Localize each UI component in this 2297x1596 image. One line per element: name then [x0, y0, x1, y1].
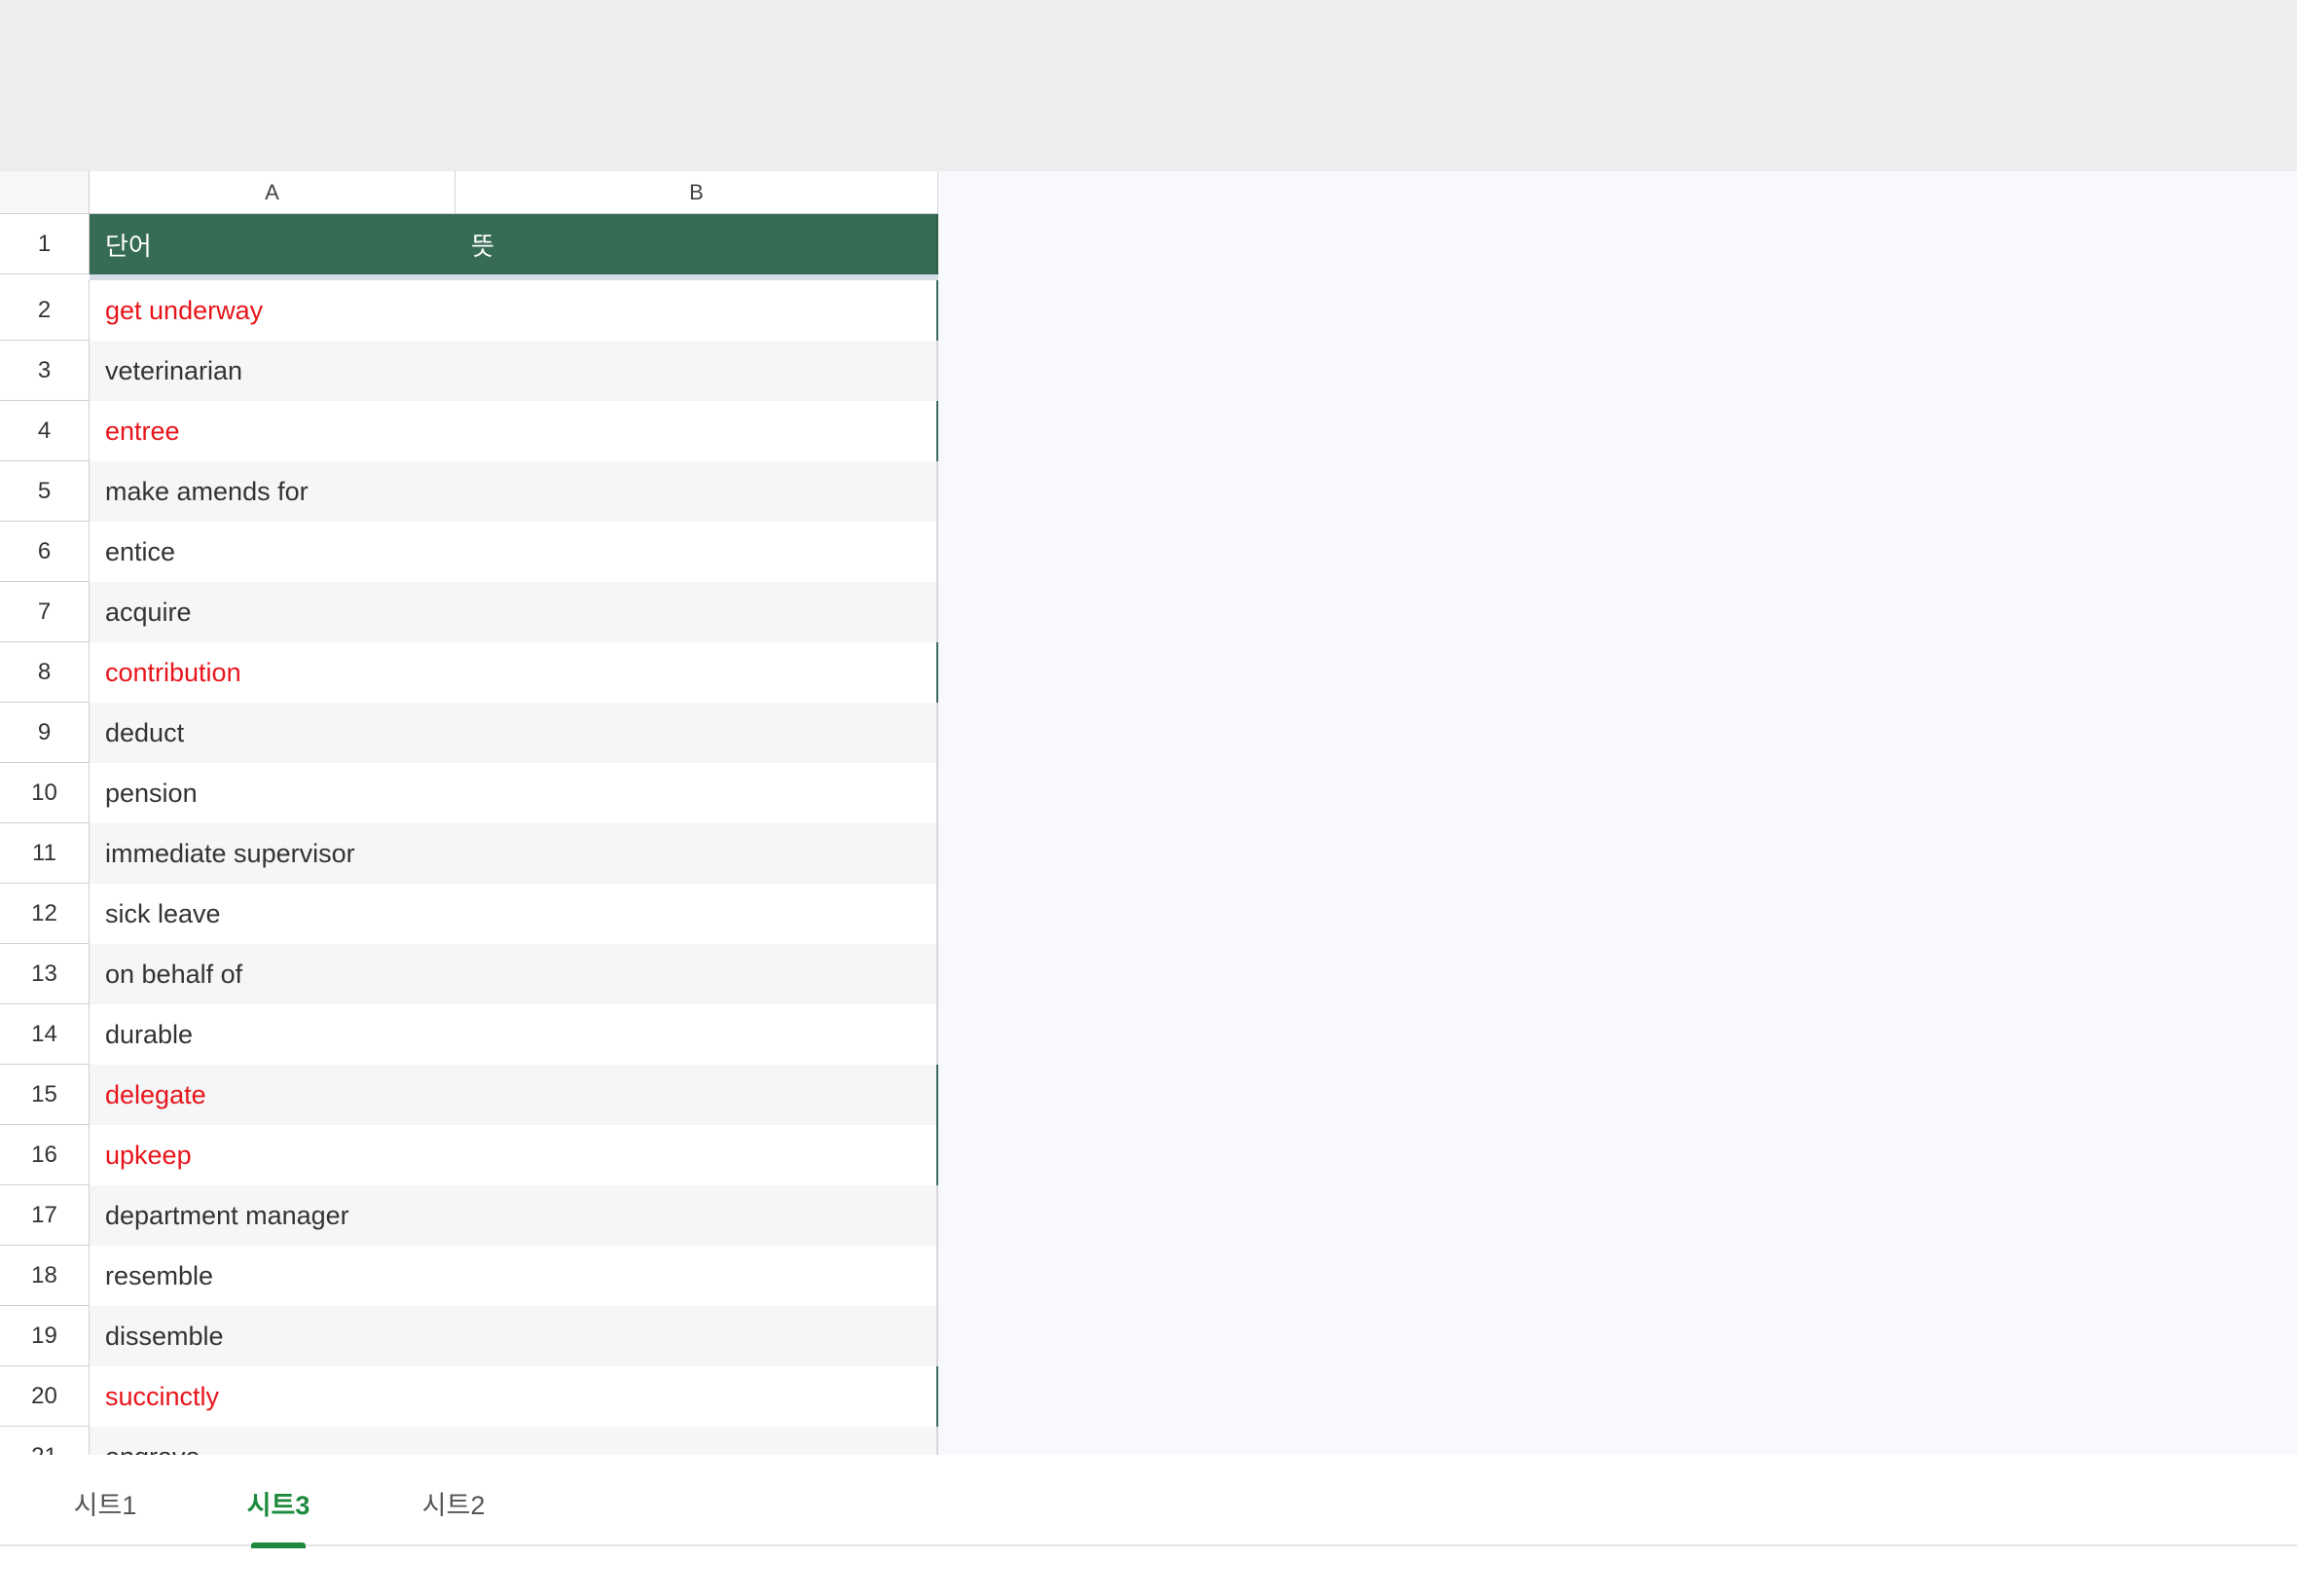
row-number[interactable]: 6 [0, 522, 90, 582]
cell-meaning[interactable] [456, 1306, 938, 1366]
row-number[interactable]: 16 [0, 1125, 90, 1185]
table-row: 20 succinctly [0, 1366, 938, 1427]
column-header-b[interactable]: B [456, 171, 938, 214]
table-row: 15 delegate [0, 1065, 938, 1125]
cell-meaning[interactable] [456, 522, 938, 582]
cell-word[interactable]: deduct [90, 703, 456, 763]
cell-meaning[interactable] [456, 1185, 938, 1246]
tab-sheet3[interactable]: 시트3 [210, 1484, 346, 1522]
table-row: 6 entice [0, 522, 938, 582]
table-row: 11 immediate supervisor [0, 823, 938, 884]
table-row: 10 pension [0, 763, 938, 823]
cell-meaning[interactable] [456, 1065, 938, 1125]
table-row: 8 contribution [0, 642, 938, 703]
active-tab-indicator [251, 1542, 306, 1548]
row-number[interactable]: 14 [0, 1004, 90, 1065]
row-number[interactable]: 15 [0, 1065, 90, 1125]
cell-meaning[interactable] [456, 763, 938, 823]
cell-word[interactable]: veterinarian [90, 341, 456, 401]
row-number[interactable]: 1 [0, 214, 90, 274]
sheet-tabs-bar: 시트1 시트3 시트2 [0, 1455, 2297, 1596]
row-number[interactable]: 10 [0, 763, 90, 823]
column-header-a[interactable]: A [90, 171, 456, 214]
table-row: 12 sick leave [0, 884, 938, 944]
table-row: 3 veterinarian [0, 341, 938, 401]
tabs-divider [0, 1544, 2297, 1546]
cell-meaning[interactable] [456, 1246, 938, 1306]
table-row: 13 on behalf of [0, 944, 938, 1004]
cell-word[interactable]: sick leave [90, 884, 456, 944]
table-row: 7 acquire [0, 582, 938, 642]
cell-grid: 1 단어 뜻 2 get underway 3 veterinarian 4 entree… [0, 214, 938, 1455]
cell-word[interactable]: make amends for [90, 461, 456, 522]
cell-meaning[interactable] [456, 341, 938, 401]
table-row: 17 department manager [0, 1185, 938, 1246]
row-number[interactable]: 2 [0, 280, 90, 341]
cell-meaning[interactable] [456, 1427, 938, 1455]
cell-meaning[interactable] [456, 1125, 938, 1185]
spreadsheet-app: A B 1 단어 뜻 2 get underway 3 veterinarian 4 en… [0, 0, 2297, 1596]
cell-word[interactable]: engrave [90, 1427, 456, 1455]
cell-meaning[interactable] [456, 642, 938, 703]
row-number[interactable]: 11 [0, 823, 90, 884]
cell-word[interactable]: delegate [90, 1065, 456, 1125]
row-number[interactable]: 19 [0, 1306, 90, 1366]
cell-word[interactable]: immediate supervisor [90, 823, 456, 884]
row-number[interactable]: 17 [0, 1185, 90, 1246]
cell-word[interactable]: get underway [90, 280, 456, 341]
row-number[interactable]: 3 [0, 341, 90, 401]
cell-word[interactable]: entice [90, 522, 456, 582]
tab-sheet2[interactable]: 시트2 [385, 1484, 522, 1522]
table-row: 4 entree [0, 401, 938, 461]
row-number[interactable]: 13 [0, 944, 90, 1004]
row-number[interactable]: 18 [0, 1246, 90, 1306]
table-row: 21engrave [0, 1427, 938, 1455]
cell-word[interactable]: succinctly [90, 1366, 456, 1427]
cell-word[interactable]: department manager [90, 1185, 456, 1246]
cell-word[interactable]: on behalf of [90, 944, 456, 1004]
top-toolbar-area [0, 0, 2297, 171]
table-row: 18 resemble [0, 1246, 938, 1306]
cell-meaning[interactable] [456, 1004, 938, 1065]
cell-meaning[interactable] [456, 401, 938, 461]
header-row: 1 단어 뜻 [0, 214, 938, 274]
cell-meaning[interactable] [456, 884, 938, 944]
select-all-corner[interactable] [0, 171, 90, 214]
empty-sheet-area [938, 171, 2297, 1455]
cell-word[interactable]: durable [90, 1004, 456, 1065]
cell-word[interactable]: upkeep [90, 1125, 456, 1185]
table-row: 19 dissemble [0, 1306, 938, 1366]
cell-word[interactable]: resemble [90, 1246, 456, 1306]
cell-meaning[interactable] [456, 703, 938, 763]
cell-word[interactable]: acquire [90, 582, 456, 642]
cell-meaning[interactable] [456, 461, 938, 522]
table-row: 2 get underway [0, 280, 938, 341]
cell-meaning[interactable] [456, 280, 938, 341]
header-cell-meaning[interactable]: 뜻 [456, 214, 938, 274]
row-number[interactable]: 4 [0, 401, 90, 461]
row-number[interactable]: 20 [0, 1366, 90, 1427]
cell-word[interactable]: dissemble [90, 1306, 456, 1366]
cell-word[interactable]: entree [90, 401, 456, 461]
cell-meaning[interactable] [456, 944, 938, 1004]
cell-meaning[interactable] [456, 1366, 938, 1427]
tab-sheet1[interactable]: 시트1 [37, 1484, 173, 1522]
row-number[interactable]: 5 [0, 461, 90, 522]
cell-meaning[interactable] [456, 582, 938, 642]
cell-meaning[interactable] [456, 823, 938, 884]
row-number[interactable]: 12 [0, 884, 90, 944]
row-number[interactable]: 8 [0, 642, 90, 703]
table-row: 16 upkeep [0, 1125, 938, 1185]
header-cell-word[interactable]: 단어 [90, 214, 456, 274]
row-number[interactable]: 21 [0, 1427, 90, 1455]
row-number[interactable]: 7 [0, 582, 90, 642]
row-number[interactable]: 9 [0, 703, 90, 763]
table-row: 9 deduct [0, 703, 938, 763]
table-row: 5 make amends for [0, 461, 938, 522]
cell-word[interactable]: contribution [90, 642, 456, 703]
cell-word[interactable]: pension [90, 763, 456, 823]
table-row: 14 durable [0, 1004, 938, 1065]
